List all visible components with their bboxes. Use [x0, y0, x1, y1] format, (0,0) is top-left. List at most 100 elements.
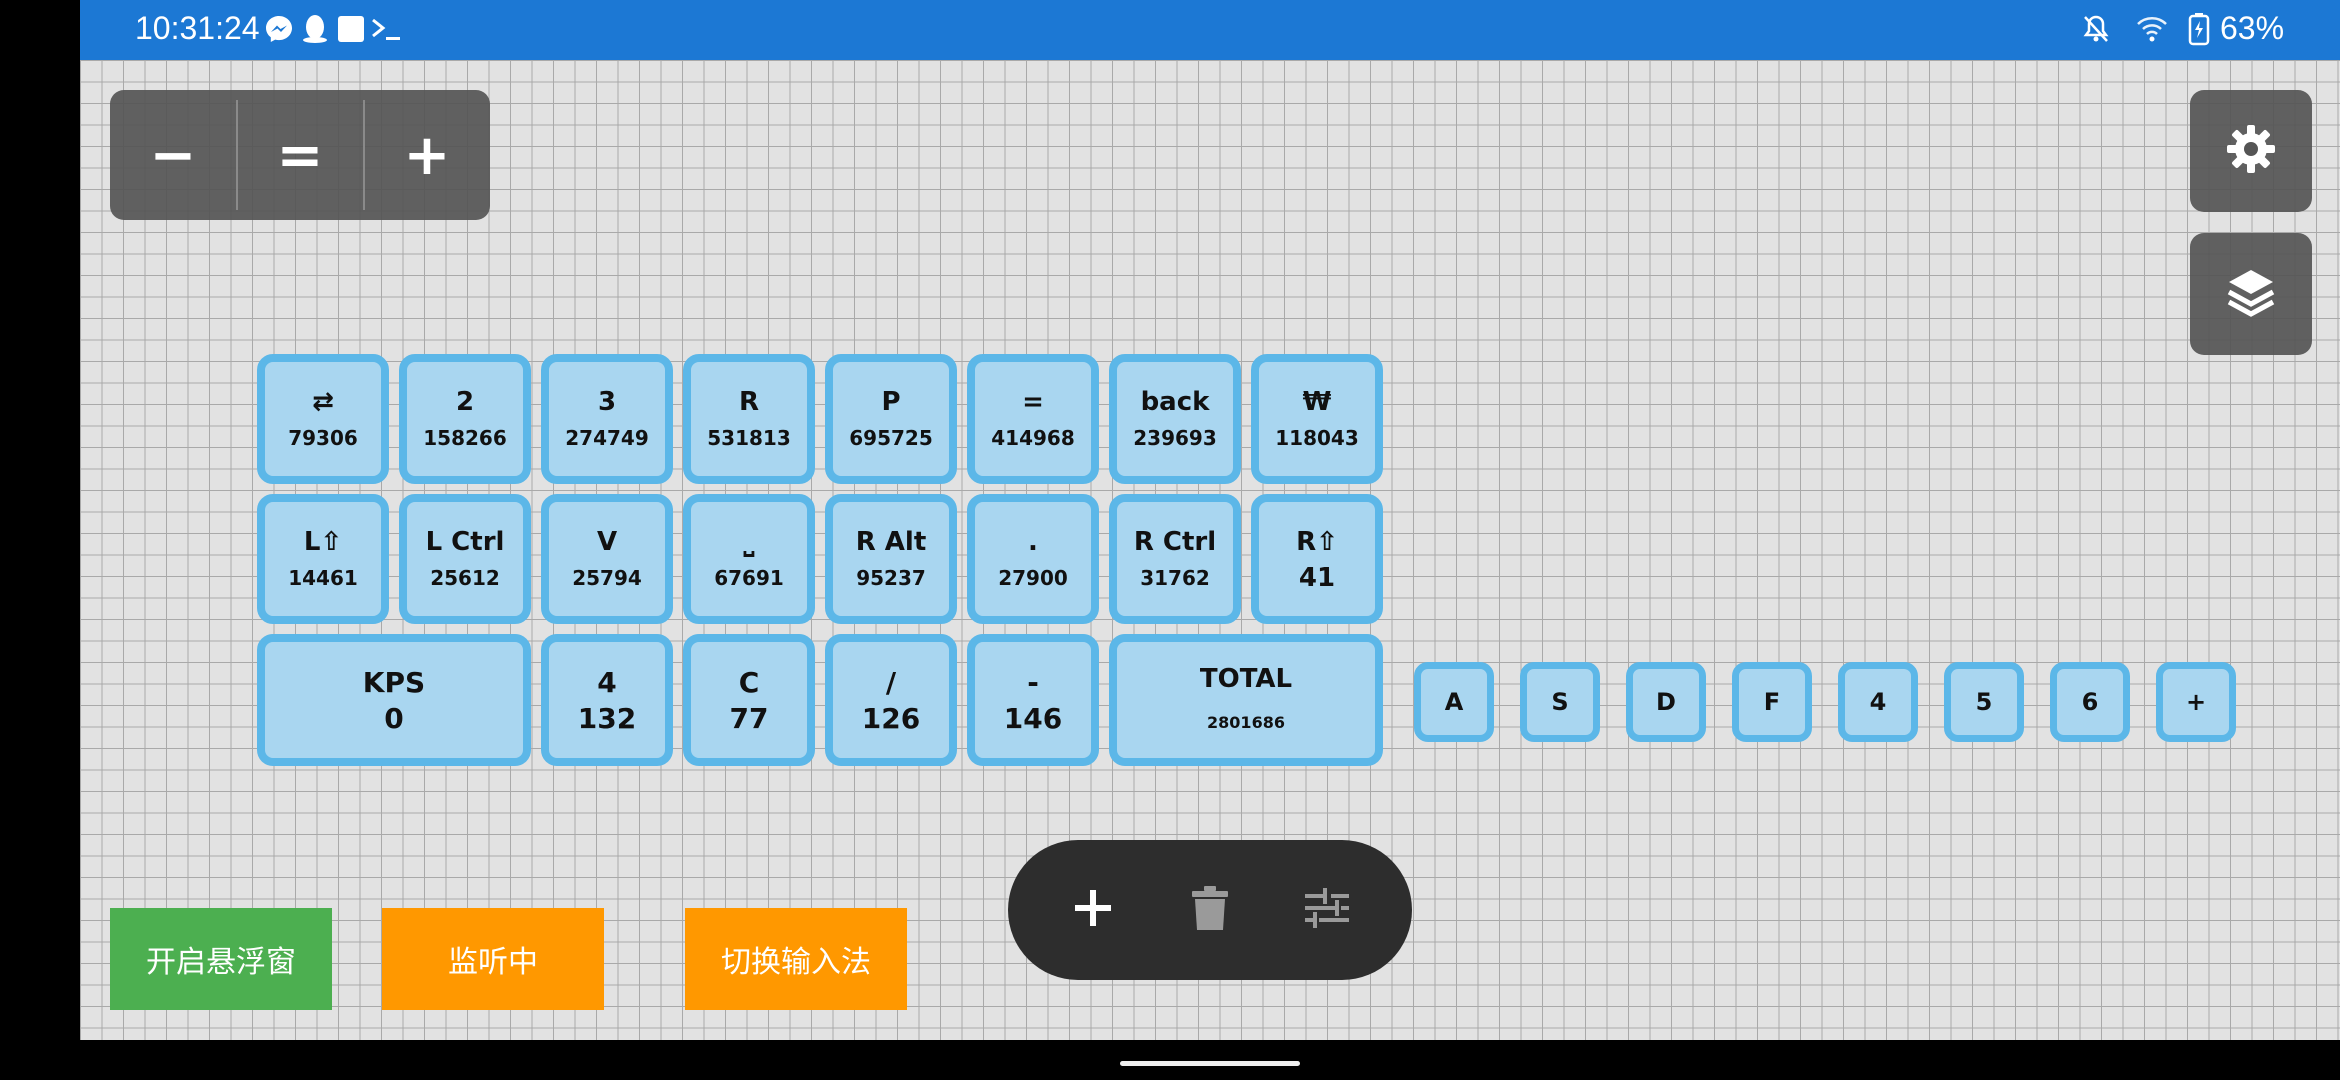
key-count: 239693 — [1133, 426, 1217, 450]
key-p[interactable]: P 695725 — [825, 354, 957, 484]
key-4[interactable]: 4 132 — [541, 634, 673, 766]
layers-button[interactable] — [2190, 233, 2312, 355]
qq-icon — [298, 12, 332, 46]
key-v[interactable]: V 25794 — [541, 494, 673, 624]
wifi-icon — [2135, 12, 2169, 46]
battery-percent: 63% — [2220, 10, 2285, 46]
add-key-button[interactable] — [1058, 875, 1128, 945]
key-c[interactable]: C 77 — [683, 634, 815, 766]
edit-toolbar — [1008, 840, 1412, 980]
total-label: TOTAL — [1199, 664, 1293, 694]
small-key-f[interactable]: F — [1732, 662, 1812, 742]
key-label: L⇧ — [303, 527, 343, 557]
sliders-icon — [1303, 886, 1351, 934]
key-left-ctrl[interactable]: L Ctrl 25612 — [399, 494, 531, 624]
key-right-alt[interactable]: R Alt 95237 — [825, 494, 957, 624]
key-label: ₩ — [1302, 387, 1332, 417]
key-won[interactable]: ₩ 118043 — [1251, 354, 1383, 484]
small-key-plus[interactable]: + — [2156, 662, 2236, 742]
key-r[interactable]: R 531813 — [683, 354, 815, 484]
key-label: . — [1028, 527, 1038, 557]
key-right-ctrl[interactable]: R Ctrl 31762 — [1109, 494, 1241, 624]
layers-icon — [2223, 264, 2279, 324]
key-equals[interactable]: = 414968 — [967, 354, 1099, 484]
key-count: 126 — [861, 702, 921, 735]
key-label: 2 — [455, 387, 475, 417]
key-count: 695725 — [849, 426, 933, 450]
listening-button[interactable]: 监听中 — [382, 908, 604, 1010]
small-key-s[interactable]: S — [1520, 662, 1600, 742]
key-right-shift[interactable]: R⇧ 41 — [1251, 494, 1383, 624]
small-key-4[interactable]: 4 — [1838, 662, 1918, 742]
key-minus[interactable]: - 146 — [967, 634, 1099, 766]
key-count: 95237 — [856, 566, 926, 590]
trash-icon — [1190, 884, 1230, 936]
switch-ime-button[interactable]: 切换输入法 — [685, 908, 907, 1010]
key-label: C — [738, 666, 760, 699]
key-label: 4 — [597, 666, 617, 699]
key-tab-icon: ⇄ — [312, 387, 334, 417]
kps-display: KPS 0 — [257, 634, 531, 766]
small-key-d[interactable]: D — [1626, 662, 1706, 742]
key-count: 31762 — [1140, 566, 1210, 590]
total-display: TOTAL 2801686 — [1109, 634, 1383, 766]
delete-key-button[interactable] — [1175, 875, 1245, 945]
key-label: L Ctrl — [425, 527, 505, 557]
key-space[interactable]: ⎵ 67691 — [683, 494, 815, 624]
key-label: P — [881, 387, 901, 417]
key-count: 132 — [577, 702, 637, 735]
key-3[interactable]: 3 274749 — [541, 354, 673, 484]
navigation-handle[interactable] — [1120, 1061, 1300, 1066]
key-count: 274749 — [565, 426, 649, 450]
bell-off-icon — [2079, 12, 2113, 46]
key-label: 3 — [597, 387, 617, 417]
key-label: back — [1140, 387, 1210, 417]
key-label: R Alt — [855, 527, 927, 557]
small-key-5[interactable]: 5 — [1944, 662, 2024, 742]
app-screen: 10:31:24 63% − = + ⇄ 79306 2 158266 3 27… — [80, 0, 2340, 1040]
key-count: 41 — [1298, 563, 1336, 593]
key-count: 79306 — [288, 426, 358, 450]
adjust-button[interactable] — [1292, 875, 1362, 945]
kps-value: 0 — [384, 702, 404, 735]
key-count: 531813 — [707, 426, 791, 450]
key-label: - — [1027, 666, 1039, 699]
status-time: 10:31:24 — [135, 10, 260, 46]
settings-button[interactable] — [2190, 90, 2312, 212]
square-icon — [334, 12, 368, 46]
key-count: 27900 — [998, 566, 1068, 590]
small-key-a[interactable]: A — [1414, 662, 1494, 742]
zoom-reset-button[interactable]: = — [237, 90, 363, 220]
plus-icon — [1071, 886, 1115, 934]
key-label: / — [885, 666, 897, 699]
key-count: 77 — [729, 702, 769, 735]
zoom-panel: − = + — [110, 90, 490, 220]
key-2[interactable]: 2 158266 — [399, 354, 531, 484]
key-count: 25612 — [430, 566, 500, 590]
key-count: 414968 — [991, 426, 1075, 450]
messenger-icon — [262, 12, 296, 46]
small-key-6[interactable]: 6 — [2050, 662, 2130, 742]
open-float-window-button[interactable]: 开启悬浮窗 — [110, 908, 332, 1010]
key-label: = — [1022, 387, 1044, 417]
terminal-icon — [370, 12, 404, 46]
key-tab[interactable]: ⇄ 79306 — [257, 354, 389, 484]
zoom-out-button[interactable]: − — [110, 90, 236, 220]
key-label: V — [596, 527, 618, 557]
gear-icon — [2223, 121, 2279, 181]
key-count: 146 — [1003, 702, 1063, 735]
key-left-shift[interactable]: L⇧ 14461 — [257, 494, 389, 624]
key-label: R — [738, 387, 760, 417]
key-count: 14461 — [288, 566, 358, 590]
key-count: 25794 — [572, 566, 642, 590]
key-count: 158266 — [423, 426, 507, 450]
key-back[interactable]: back 239693 — [1109, 354, 1241, 484]
key-period[interactable]: . 27900 — [967, 494, 1099, 624]
key-label: R Ctrl — [1133, 527, 1217, 557]
key-label: ⎵ — [743, 527, 755, 557]
kps-label: KPS — [362, 666, 426, 699]
key-count: 118043 — [1275, 426, 1359, 450]
key-slash[interactable]: / 126 — [825, 634, 957, 766]
status-bar: 10:31:24 63% — [80, 0, 2340, 60]
zoom-in-button[interactable]: + — [364, 90, 490, 220]
